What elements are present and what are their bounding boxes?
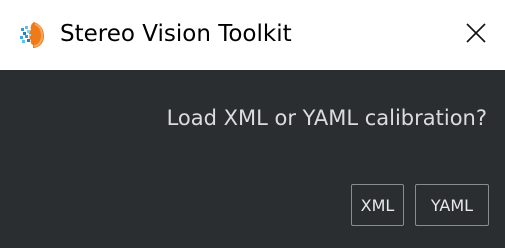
yaml-button[interactable]: YAML	[415, 184, 489, 226]
xml-button[interactable]: XML	[351, 184, 404, 226]
close-button[interactable]	[447, 0, 505, 70]
stereo-vision-app-icon	[18, 20, 48, 50]
dialog-message: Load XML or YAML calibration?	[166, 106, 487, 130]
dialog-window: Stereo Vision Toolkit Load XML or YAML c…	[0, 0, 505, 248]
dialog-body: Load XML or YAML calibration? XML YAML	[0, 70, 505, 248]
close-icon	[465, 22, 487, 48]
button-row: XML YAML	[351, 184, 489, 226]
window-title: Stereo Vision Toolkit	[60, 21, 292, 47]
title-bar[interactable]: Stereo Vision Toolkit	[0, 0, 505, 70]
